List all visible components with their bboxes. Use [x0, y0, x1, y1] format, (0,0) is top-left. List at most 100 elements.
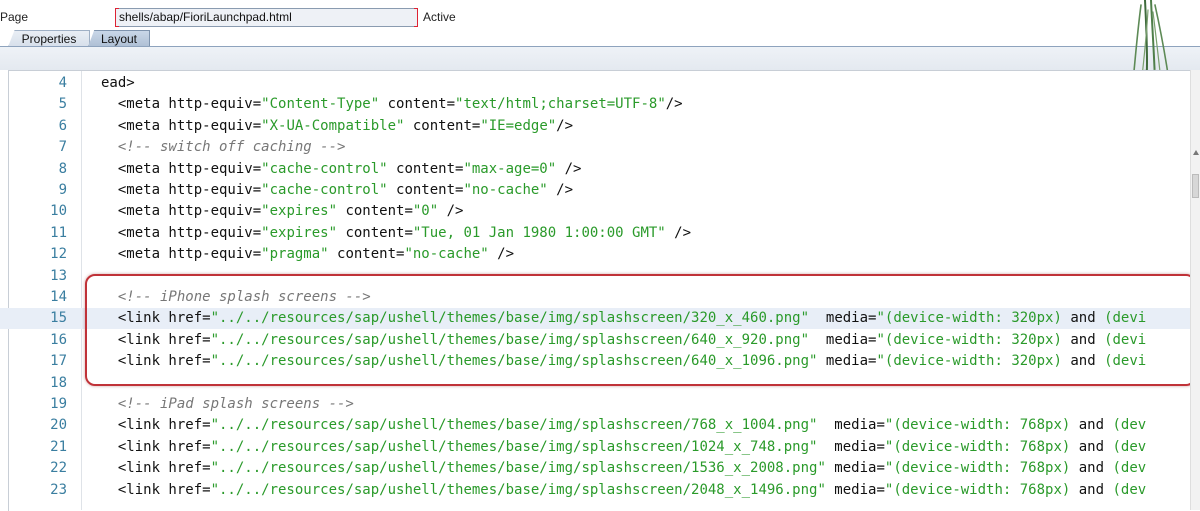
code-token: and [1070, 481, 1113, 498]
string-token: "expires" [261, 224, 338, 241]
code-token: <link href= [101, 438, 211, 455]
line-number: 13 [50, 267, 67, 284]
line-number: 8 [58, 160, 67, 177]
code-token: media= [817, 438, 885, 455]
line-number: 6 [58, 117, 67, 134]
code-line[interactable]: 21 <link href="../../resources/sap/ushel… [0, 437, 1200, 458]
code-text: ead> [101, 73, 135, 94]
code-line[interactable]: 20 <link href="../../resources/sap/ushel… [0, 415, 1200, 436]
line-number: 20 [50, 417, 67, 434]
code-token: <meta http-equiv= [101, 203, 262, 220]
code-token: content= [337, 203, 413, 220]
code-token: <link href= [101, 417, 211, 434]
line-number: 11 [50, 224, 67, 241]
string-token: "pragma" [261, 246, 329, 263]
code-text: <meta http-equiv="Content-Type" content=… [101, 94, 683, 115]
code-token: <link href= [101, 481, 211, 498]
code-text: <!-- iPad splash screens --> [101, 394, 354, 415]
code-line[interactable]: 6 <meta http-equiv="X-UA-Compatible" con… [0, 116, 1200, 137]
code-token: content= [404, 117, 481, 134]
string-token: "../../resources/sap/ushell/themes/base/… [210, 481, 826, 498]
code-line[interactable]: 11 <meta http-equiv="expires" content="T… [0, 223, 1200, 244]
comment-token: <!-- switch off caching --> [101, 139, 346, 156]
string-token: "(device-width: 768px) [884, 481, 1071, 498]
line-number: 9 [58, 182, 67, 198]
code-token: media= [825, 460, 885, 477]
code-line[interactable]: 5 <meta http-equiv="Content-Type" conten… [0, 94, 1200, 115]
string-token: "(device-width: 768px) [884, 417, 1071, 434]
string-token: "(device-width: 768px) [884, 460, 1071, 477]
line-number: 16 [50, 331, 67, 348]
string-token: "no-cache" [404, 246, 489, 263]
code-lines: 4 ead> 5 <meta http-equiv="Content-Type" c… [0, 0, 1200, 510]
string-token: "expires" [261, 203, 338, 220]
annotation-highlight-box [85, 274, 1196, 386]
code-token: /> [547, 182, 574, 198]
line-number: 15 [50, 310, 67, 327]
string-token: (dev [1112, 417, 1147, 434]
code-line[interactable]: 23 <link href="../../resources/sap/ushel… [0, 480, 1200, 501]
code-token: and [1070, 438, 1113, 455]
code-text: <meta http-equiv="expires" content="Tue,… [101, 223, 691, 244]
line-number: 5 [58, 96, 67, 113]
code-line[interactable]: 22 <link href="../../resources/sap/ushel… [0, 458, 1200, 479]
line-number: 21 [50, 438, 67, 455]
code-token: /> [665, 224, 692, 241]
line-number: 12 [50, 246, 67, 263]
string-token: (dev [1112, 438, 1147, 455]
code-line[interactable]: 9 <meta http-equiv="cache-control" conte… [0, 180, 1200, 201]
comment-token: <!-- iPad splash screens --> [101, 396, 354, 412]
code-line[interactable]: 10 <meta http-equiv="expires" content="0… [0, 201, 1200, 222]
line-number: 10 [50, 203, 67, 220]
string-token: (dev [1112, 481, 1147, 498]
line-number: 19 [50, 396, 67, 412]
code-token: /> [665, 96, 683, 113]
code-token: content= [328, 246, 405, 263]
string-token: "../../resources/sap/ushell/themes/base/… [210, 438, 818, 455]
code-token: content= [387, 160, 464, 177]
code-line[interactable]: 4 ead> [0, 73, 1200, 94]
code-token: /> [556, 160, 582, 177]
code-token: and [1070, 460, 1113, 477]
line-number: 22 [50, 460, 67, 477]
line-number: 23 [50, 481, 67, 498]
string-token: "Content-Type" [261, 96, 380, 113]
string-token: "no-cache" [463, 182, 548, 198]
code-token: ead> [101, 75, 135, 91]
string-token: "cache-control" [261, 160, 388, 177]
code-token: content= [337, 224, 413, 241]
code-token: /> [488, 246, 515, 263]
code-line[interactable]: 7 <!-- switch off caching --> [0, 137, 1200, 158]
code-token: /> [438, 203, 464, 220]
scroll-up-icon[interactable] [1193, 150, 1199, 155]
code-token: <link href= [101, 460, 211, 477]
code-text: <link href="../../resources/sap/ushell/t… [101, 415, 1146, 436]
code-line[interactable]: 12 <meta http-equiv="pragma" content="no… [0, 244, 1200, 265]
string-token: "../../resources/sap/ushell/themes/base/… [210, 460, 826, 477]
string-token: "Tue, 01 Jan 1980 1:00:00 GMT" [412, 224, 666, 241]
code-text: <meta http-equiv="cache-control" content… [101, 159, 582, 180]
string-token: "../../resources/sap/ushell/themes/base/… [210, 417, 818, 434]
scroll-thumb[interactable] [1192, 174, 1199, 198]
code-token: media= [825, 481, 885, 498]
string-token: "cache-control" [261, 182, 388, 198]
code-text: <meta http-equiv="pragma" content="no-ca… [101, 244, 514, 265]
string-token: "(device-width: 768px) [884, 438, 1071, 455]
code-line[interactable]: 8 <meta http-equiv="cache-control" conte… [0, 159, 1200, 180]
string-token: "max-age=0" [463, 160, 557, 177]
code-token: <meta http-equiv= [101, 224, 262, 241]
code-text: <link href="../../resources/sap/ushell/t… [101, 458, 1146, 479]
code-token: <meta http-equiv= [101, 160, 262, 177]
string-token: "0" [412, 203, 439, 220]
string-token: "IE=edge" [480, 117, 557, 134]
code-token: <meta http-equiv= [101, 117, 262, 134]
code-line[interactable]: 19 <!-- iPad splash screens --> [0, 394, 1200, 415]
code-text: <meta http-equiv="X-UA-Compatible" conte… [101, 116, 573, 137]
line-number: 4 [58, 75, 67, 91]
code-token: media= [817, 417, 885, 434]
code-token: <meta http-equiv= [101, 182, 262, 198]
code-token: and [1070, 417, 1113, 434]
string-token: "text/html;charset=UTF-8" [455, 96, 666, 113]
code-text: <link href="../../resources/sap/ushell/t… [101, 437, 1146, 458]
vertical-scrollbar[interactable] [1190, 70, 1200, 510]
